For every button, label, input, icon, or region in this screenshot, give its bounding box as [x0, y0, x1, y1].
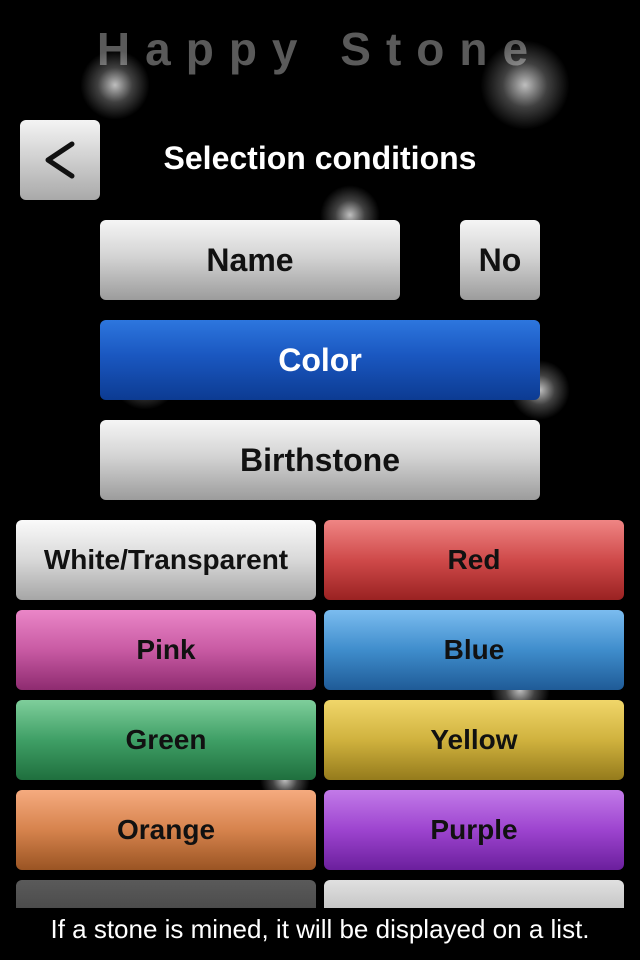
color-red-button[interactable]: Red	[324, 520, 624, 600]
color-label: Green	[125, 724, 207, 755]
color-label: Pink	[136, 634, 196, 665]
color-orange-button[interactable]: Orange	[16, 790, 316, 870]
sparkle	[80, 50, 150, 120]
color-label: Orange	[116, 814, 216, 845]
chevron-left-icon	[45, 141, 75, 179]
color-yellow-button[interactable]: Yellow	[324, 700, 624, 780]
color-blue-button[interactable]: Blue	[324, 610, 624, 690]
color-button-label: Color	[278, 341, 362, 378]
color-pink-button[interactable]: Pink	[16, 610, 316, 690]
color-label: Red	[447, 544, 501, 575]
birthstone-button[interactable]: Birthstone	[100, 420, 540, 500]
back-button[interactable]	[20, 120, 100, 200]
no-button-label: No	[478, 241, 522, 278]
color-purple-button[interactable]: Purple	[324, 790, 624, 870]
color-label: White/Transparent	[43, 544, 289, 575]
color-white-transparent-button[interactable]: White/Transparent	[16, 520, 316, 600]
screen-title: Selection conditions	[163, 140, 477, 176]
name-button-label: Name	[206, 241, 294, 278]
color-button[interactable]: Color	[100, 320, 540, 400]
footer-message: If a stone is mined, it will be displaye…	[0, 908, 640, 960]
color-label: Yellow	[430, 724, 518, 755]
color-label: Blue	[443, 634, 505, 665]
no-button[interactable]: No	[460, 220, 540, 300]
birthstone-button-label: Birthstone	[240, 441, 400, 478]
color-green-button[interactable]: Green	[16, 700, 316, 780]
color-label: Purple	[430, 814, 518, 845]
sparkle	[480, 40, 570, 130]
name-button[interactable]: Name	[100, 220, 400, 300]
